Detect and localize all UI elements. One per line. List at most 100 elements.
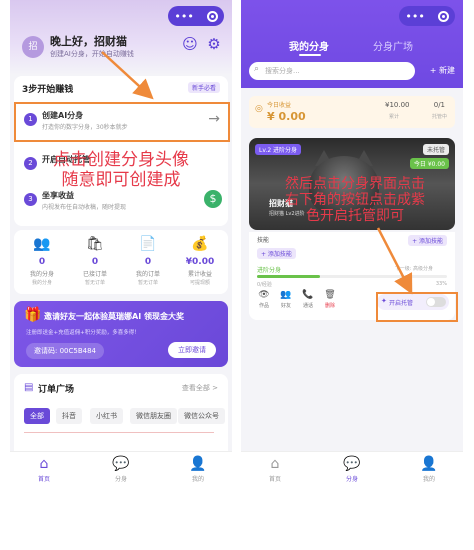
hosting-ratio: 0/1 [433,101,445,109]
user-icon: 👤 [189,456,207,472]
close-icon[interactable] [206,10,218,22]
avatar[interactable]: 招 [22,36,44,58]
bottom-tab-bar: ⌂ 首页 💬 分身 👤 我的 [241,451,463,485]
level-progress-bar [257,275,447,278]
trash-icon: 🗑 [324,290,336,300]
tab-avatar[interactable]: 💬 分身 [332,456,372,483]
action-delete[interactable]: 🗑 删除 [321,290,339,309]
chip-all[interactable]: 全部 [24,408,50,424]
action-label: 好友 [280,303,291,309]
tab-label: 分身 [345,476,358,483]
mini-program-capsule[interactable]: ••• [399,6,455,26]
active-tab-indicator [299,54,321,56]
bottom-tab-bar: ⌂ 首页 💬 分身 👤 我的 [10,451,232,485]
stat-value: 0 [144,257,152,267]
tab-mine[interactable]: 👤 我的 [178,456,218,483]
today-earnings-badge: 今日 ¥0.00 [409,158,449,169]
search-icon: ⌕ [254,64,260,74]
skills-label: 技能 [257,237,270,244]
step-desc: 内视发布任自动收稿，随时提现 [42,204,127,211]
tab-mine[interactable]: 👤 我的 [409,456,449,483]
stat-received-orders[interactable]: 🛍 0 已接订单 暂无订单 [73,236,117,286]
phone-icon: 📞 [302,290,314,300]
divider [24,432,214,433]
steps-title: 3步开始赚钱 [22,85,74,95]
level-badge: Lv.2 进阶分身 [255,144,302,155]
instruction-annotation-left: 点击创建分身头像 随意即可创建成 [53,150,189,190]
newbie-badge[interactable]: 新手必看 [187,82,220,93]
earnings-total: ¥10.00 [385,101,410,109]
tab-home[interactable]: ⌂ 首页 [255,456,295,483]
close-icon[interactable] [437,10,449,22]
progress-next-level: 下一级: 高级分身 [394,266,433,272]
invite-subtitle: 注册即送金+充值返佣+积分奖励，多喜多得！ [26,330,140,336]
action-call[interactable]: 📞 通话 [299,290,317,309]
tab-my-avatars[interactable]: 我的分身 [289,38,329,53]
more-icon[interactable]: ••• [405,10,424,23]
user-switch-icon[interactable]: ☺ [182,36,198,52]
user-icon: 👤 [420,456,438,472]
gear-icon[interactable]: ⚙ [206,36,222,52]
stat-avatars[interactable]: 👥 0 我的分身 我的分身 [20,236,64,286]
add-skill-chip[interactable]: + 添加技能 [257,248,296,259]
orders-title: 订单广场 [38,385,75,395]
new-avatar-button[interactable]: + 新建 [430,62,455,80]
friends-icon: 👥 [280,290,292,300]
eye-icon: 👁 [258,290,270,300]
highlight-box-create-avatar [14,102,230,142]
chat-icon: 💬 [343,456,361,472]
stat-earnings[interactable]: 💰 ¥0.00 累计收益 可提现额 [178,236,222,286]
instruction-annotation-right: 然后点击分身界面点击 右下角的按钮点击成紫 色开启托管即可 [285,176,425,224]
orders-view-all[interactable]: 查看全部 > [182,383,218,393]
chip-wechat-moments[interactable]: 微信朋友圈 [130,408,177,424]
action-friends[interactable]: 👥 好友 [277,290,295,309]
search-input[interactable]: 搜索分身... [249,62,415,80]
mini-program-capsule[interactable]: ••• [168,6,224,26]
invite-button[interactable]: 立即邀请 [168,342,216,358]
stat-sub: 我的分身 [31,280,52,286]
stat-label: 我的订单 [135,271,160,278]
home-screen: ••• 招 晚上好，招财猫 创建AI分身，开始自动赚钱 ☺ ⚙ 3步开始赚钱 新… [10,0,232,485]
chip-douyin[interactable]: 抖音 [56,408,82,424]
orders-plaza-card: ▤ 订单广场 查看全部 > 全部 抖音 小红书 微信朋友圈 微信公众号 [14,374,228,458]
action-label: 删除 [324,303,335,309]
earnings-label: 今日收益 [267,102,292,109]
tab-home[interactable]: ⌂ 首页 [24,456,64,483]
stat-sub: 可提现额 [189,280,210,286]
tab-avatar-plaza[interactable]: 分身广场 [373,38,413,53]
home-icon: ⌂ [39,456,49,472]
hosting-status-badge: 未托管 [422,144,449,155]
stat-my-orders[interactable]: 📄 0 我的订单 暂无订单 [126,236,170,286]
action-label: 通话 [302,303,313,309]
invite-code[interactable]: 邀请码: 00C5B484 [26,343,104,359]
earnings-value: ¥ 0.00 [267,110,306,123]
stat-label: 累计收益 [187,271,212,278]
invite-title: 邀请好友一起体验莫瑞娜AI 领现金大奖 [44,312,184,321]
chip-wechat-official[interactable]: 微信公众号 [178,408,225,424]
chip-xiaohongshu[interactable]: 小红书 [90,408,123,424]
greeting-subtitle: 创建AI分身，开始自动赚钱 [50,50,134,58]
coin-icon: ◎ [255,104,263,114]
greeting-text: 晚上好，招财猫 [50,35,127,48]
chat-icon: 💬 [112,456,130,472]
action-works[interactable]: 👁 作品 [255,290,273,309]
tab-label: 首页 [268,476,281,483]
home-icon: ⌂ [270,456,280,472]
add-skill-button[interactable]: + 添加技能 [408,235,447,246]
action-label: 作品 [258,303,269,309]
stat-sub: 暂无订单 [137,280,158,286]
stat-label: 我的分身 [29,271,54,278]
progress-label: 进阶分身 [257,267,282,274]
step-title: 坐享收益 [42,191,74,200]
tab-label: 分身 [114,476,127,483]
gift-icon: 🎁 [24,307,42,323]
tab-label: 首页 [37,476,50,483]
stat-value: 0 [91,257,99,267]
invite-banner[interactable]: 🎁 邀请好友一起体验莫瑞娜AI 领现金大奖 注册即送金+充值返佣+积分奖励，多喜… [14,301,228,367]
more-icon[interactable]: ••• [174,10,193,23]
tab-avatar[interactable]: 💬 分身 [101,456,141,483]
stat-sub: 暂无订单 [84,280,105,286]
tab-label: 我的 [422,476,435,483]
progress-fill [257,275,320,278]
dollar-icon: $ [204,190,222,208]
